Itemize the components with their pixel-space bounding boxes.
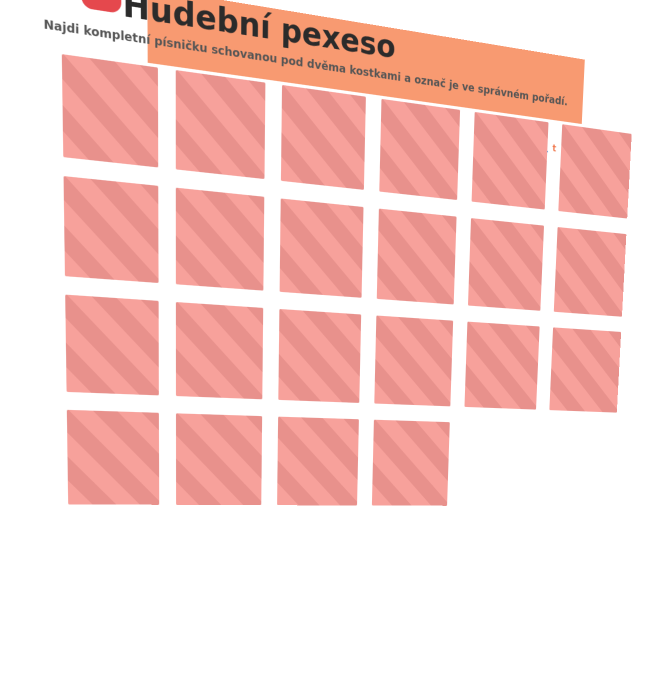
memory-card[interactable]	[176, 302, 263, 399]
memory-card[interactable]	[277, 417, 359, 506]
memory-card[interactable]	[379, 99, 460, 200]
app-logo-icon	[81, 0, 121, 14]
memory-card[interactable]	[176, 413, 262, 505]
memory-card[interactable]	[176, 70, 266, 179]
memory-card[interactable]	[377, 209, 457, 305]
memory-card[interactable]	[472, 112, 549, 210]
memory-card[interactable]	[280, 198, 364, 297]
memory-card[interactable]	[65, 295, 159, 396]
memory-card[interactable]	[558, 124, 631, 218]
page: 👤 t Hudební pexeso Najdi kompletní písni…	[40, 0, 585, 689]
memory-card[interactable]	[281, 85, 366, 190]
card-grid	[62, 54, 632, 506]
memory-card[interactable]	[464, 322, 539, 410]
memory-card[interactable]	[549, 327, 621, 412]
memory-card[interactable]	[64, 176, 159, 283]
memory-card[interactable]	[554, 227, 627, 317]
memory-card[interactable]	[372, 420, 450, 506]
memory-card[interactable]	[374, 316, 453, 407]
memory-card[interactable]	[67, 410, 159, 505]
memory-card[interactable]	[62, 54, 158, 167]
memory-card[interactable]	[468, 218, 544, 311]
memory-card[interactable]	[278, 309, 361, 403]
memory-card[interactable]	[176, 188, 264, 291]
